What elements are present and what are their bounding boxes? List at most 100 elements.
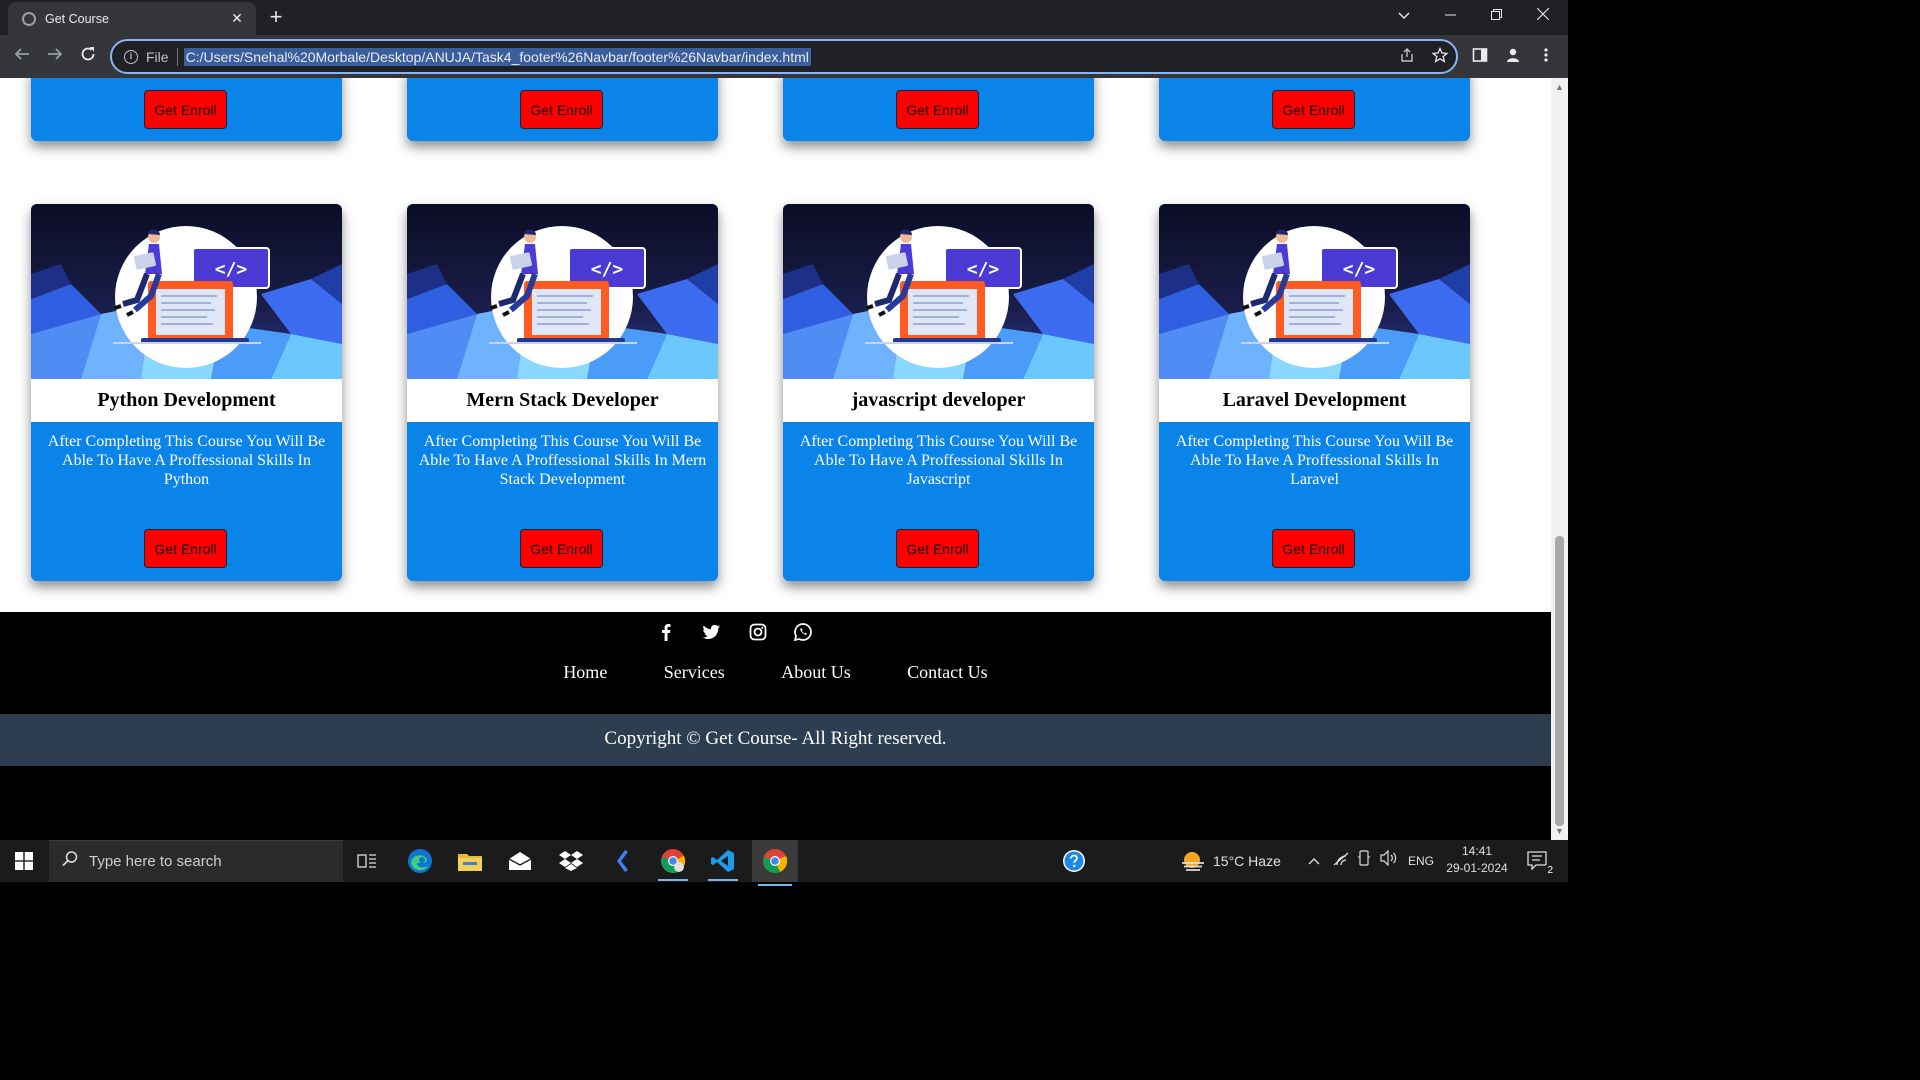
profile-icon[interactable] <box>1502 47 1524 67</box>
get-enroll-button[interactable]: Get Enroll <box>520 529 603 568</box>
course-image: </> <box>783 204 1094 379</box>
course-card-partial: Get Enroll <box>1159 78 1470 141</box>
search-icon <box>61 850 79 873</box>
footer-link-services[interactable]: Services <box>664 662 725 682</box>
course-card: </> Mern Stack Developer After Completin… <box>407 204 718 581</box>
url-text[interactable]: C:/Users/Snehal%20Morbale/Desktop/ANUJA/… <box>183 47 811 66</box>
weather-icon[interactable] <box>1172 845 1214 877</box>
notification-count: 2 <box>1546 865 1554 876</box>
footer-nav: Home Services About Us Contact Us <box>0 662 1551 683</box>
weather-text[interactable]: 15°C Haze <box>1213 840 1281 882</box>
help-icon[interactable] <box>1053 845 1095 877</box>
browser-tab-strip: Get Course ✕ + <box>0 0 1568 35</box>
svg-text:</>: </> <box>967 259 1000 280</box>
get-enroll-button[interactable]: Get Enroll <box>1272 529 1355 568</box>
course-card-partial: Get Enroll <box>31 78 342 141</box>
search-placeholder: Type here to search <box>89 853 222 870</box>
get-enroll-button[interactable]: Get Enroll <box>144 529 227 568</box>
instagram-icon[interactable] <box>746 620 770 644</box>
clock-date: 29-01-2024 <box>1446 861 1508 875</box>
course-description: After Completing This Course You Will Be… <box>799 433 1078 488</box>
footer-link-about-us[interactable]: About Us <box>781 662 851 682</box>
back-button[interactable] <box>8 43 36 71</box>
whatsapp-icon[interactable] <box>791 620 815 644</box>
footer-link-contact-us[interactable]: Contact Us <box>907 662 988 682</box>
volume-icon[interactable] <box>1380 840 1398 882</box>
scrollbar-thumb[interactable] <box>1555 536 1564 826</box>
course-image: </> <box>1159 204 1470 379</box>
scroll-down-arrow-icon[interactable]: ▼ <box>1555 826 1564 836</box>
footer-link-home[interactable]: Home <box>563 662 607 682</box>
course-card-partial: Get Enroll <box>783 78 1094 141</box>
notification-center-icon[interactable]: 2 <box>1517 845 1559 877</box>
svg-text:</>: </> <box>591 259 624 280</box>
close-tab-icon[interactable]: ✕ <box>228 10 246 27</box>
chrome-icon[interactable] <box>752 840 798 886</box>
language-indicator[interactable]: ENG <box>1408 840 1434 882</box>
forward-button[interactable] <box>41 43 69 71</box>
facebook-icon[interactable] <box>654 620 678 644</box>
course-image: </> <box>407 204 718 379</box>
edge-browser-icon[interactable] <box>399 845 441 877</box>
course-card: </> javascript developer After Completin… <box>783 204 1094 581</box>
visual-studio-icon[interactable] <box>601 845 643 877</box>
course-title: javascript developer <box>783 379 1094 422</box>
browser-tab[interactable]: Get Course ✕ <box>8 2 256 35</box>
address-bar[interactable]: i File C:/Users/Snehal%20Morbale/Desktop… <box>110 39 1458 74</box>
get-enroll-button[interactable]: Get Enroll <box>144 90 227 129</box>
chrome-profile-icon[interactable] <box>652 845 694 881</box>
twitter-icon[interactable] <box>699 620 723 644</box>
mail-icon[interactable] <box>499 845 541 877</box>
network-icon[interactable] <box>1333 840 1349 882</box>
copyright-bar: Copyright © Get Course- All Right reserv… <box>0 714 1551 766</box>
course-description: After Completing This Course You Will Be… <box>418 433 707 488</box>
bookmark-star-icon[interactable] <box>1429 46 1451 67</box>
course-image: </> <box>31 204 342 379</box>
task-view-icon[interactable] <box>346 845 388 877</box>
show-hidden-icons-chevron-icon[interactable] <box>1308 840 1320 882</box>
new-tab-button[interactable]: + <box>264 4 288 30</box>
course-description: After Completing This Course You Will Be… <box>47 433 326 488</box>
vscode-icon[interactable] <box>702 845 744 881</box>
get-enroll-button[interactable]: Get Enroll <box>896 529 979 568</box>
svg-text:</>: </> <box>1343 259 1376 280</box>
more-menu-icon[interactable] <box>1535 47 1557 67</box>
svg-text:</>: </> <box>215 259 248 280</box>
course-card-partial: Get Enroll <box>407 78 718 141</box>
course-title: Laravel Development <box>1159 379 1470 422</box>
course-description: After Completing This Course You Will Be… <box>1175 433 1454 488</box>
course-title: Python Development <box>31 379 342 422</box>
tab-title: Get Course <box>45 11 109 26</box>
scheme-label: File <box>146 48 169 65</box>
page-viewport: Get Enroll Get Enroll Get Enroll Get Enr… <box>0 78 1551 840</box>
scroll-up-arrow-icon[interactable]: ▲ <box>1555 82 1564 92</box>
get-enroll-button[interactable]: Get Enroll <box>896 90 979 129</box>
tab-search-chevron-icon[interactable] <box>1381 0 1427 33</box>
page-bottom-fill <box>0 766 1551 840</box>
file-explorer-icon[interactable] <box>449 845 491 877</box>
site-footer: Home Services About Us Contact Us <box>0 612 1551 714</box>
site-info-icon[interactable]: i <box>124 49 138 64</box>
restore-button[interactable] <box>1473 0 1519 33</box>
side-panel-icon[interactable] <box>1469 47 1491 67</box>
close-window-button[interactable] <box>1520 0 1566 33</box>
windows-taskbar: Type here to search 15°C Haze ENG 14:41 … <box>0 840 1568 886</box>
course-card: </> Python Development After Completing … <box>31 204 342 581</box>
taskbar-search-box[interactable]: Type here to search <box>49 840 343 882</box>
share-icon[interactable] <box>1396 47 1418 67</box>
browser-toolbar: i File C:/Users/Snehal%20Morbale/Desktop… <box>0 35 1568 78</box>
globe-icon <box>22 11 36 26</box>
reload-button[interactable] <box>74 43 102 71</box>
windows-start-icon[interactable] <box>0 840 48 882</box>
clock-time: 14:41 <box>1461 844 1493 858</box>
dropbox-icon[interactable] <box>550 845 592 877</box>
address-separator <box>176 47 178 66</box>
minimize-button[interactable] <box>1427 0 1473 33</box>
course-title: Mern Stack Developer <box>407 379 718 422</box>
course-card: </> Laravel Development After Completing… <box>1159 204 1470 581</box>
get-enroll-button[interactable]: Get Enroll <box>1272 90 1355 129</box>
get-enroll-button[interactable]: Get Enroll <box>520 90 603 129</box>
battery-icon[interactable] <box>1357 840 1371 882</box>
system-clock[interactable]: 14:41 29-01-2024 <box>1436 843 1518 877</box>
page-scrollbar[interactable]: ▲ ▼ <box>1551 78 1568 840</box>
